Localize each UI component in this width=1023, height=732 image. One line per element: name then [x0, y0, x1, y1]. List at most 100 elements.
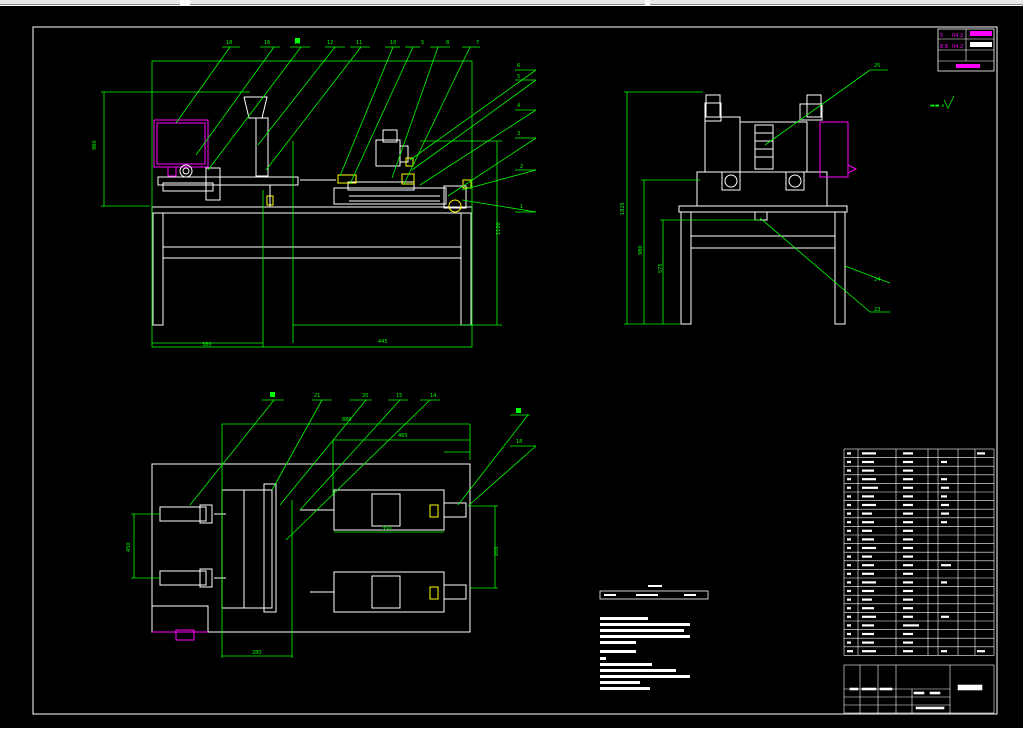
parts-list-cell — [862, 452, 876, 455]
part-number: 4 — [517, 103, 520, 109]
dimension-text: 450 — [126, 542, 132, 552]
parts-list-cell — [903, 460, 913, 464]
part-number: 2 — [520, 164, 523, 170]
part-number: 21 — [314, 393, 320, 399]
parts-list-cell — [862, 521, 874, 524]
parts-list-cell — [977, 452, 985, 455]
dimension-text: 200 — [494, 546, 500, 556]
parts-list-cell — [941, 564, 951, 567]
parts-list-cell — [847, 555, 851, 558]
part-number: 5 — [517, 74, 520, 80]
parts-list-cell — [941, 650, 947, 653]
parts-list-cell — [903, 650, 913, 653]
part-number: 12 — [327, 40, 333, 46]
part-number: 10 — [390, 40, 396, 46]
parts-list-cell — [941, 460, 947, 464]
parts-list-cell — [847, 598, 851, 601]
parts-list-cell — [903, 478, 913, 481]
parts-list-cell — [847, 564, 851, 567]
dimension-text: 1825 — [620, 202, 626, 215]
dimension-text: 465 — [398, 433, 408, 439]
surface-finish-symbol: ▬▬ ∨ — [930, 95, 955, 109]
side-view — [678, 94, 858, 325]
parts-list-cell — [903, 589, 913, 593]
parts-list-cell — [847, 546, 851, 550]
parts-list-cell — [862, 469, 874, 472]
part-number: 23 — [874, 307, 880, 313]
part-number: 18 — [226, 40, 232, 46]
part-number: 5 — [421, 40, 424, 46]
parts-list-cell — [941, 478, 947, 481]
parts-list-cell — [862, 486, 878, 489]
parts-list-cell — [903, 607, 913, 610]
parts-list-cell — [847, 572, 851, 575]
revision-code: 8.8 — [940, 44, 948, 50]
part-number: 25 — [874, 63, 880, 69]
part-number: 11 — [356, 40, 362, 46]
dimension-text: 350 — [382, 526, 392, 532]
part-number: 24 — [874, 277, 880, 283]
parts-list-cell — [862, 607, 874, 610]
parts-list-cell — [941, 615, 949, 618]
parts-list-cell — [862, 615, 876, 618]
parts-list-cell — [847, 624, 851, 627]
parts-list-cell — [847, 512, 851, 515]
parts-list-cell — [903, 572, 913, 575]
parts-list-cell — [862, 512, 872, 515]
revision-block: 5 04.2 8.8 04.2 — [937, 28, 995, 72]
parts-list-cell — [847, 503, 851, 507]
parts-list-cell — [862, 641, 874, 644]
part-number: 1 — [520, 204, 523, 210]
parts-list-cell — [862, 598, 872, 601]
part-number: 14 — [430, 393, 436, 399]
parts-list-cell — [862, 529, 872, 532]
top-view-labels: 21 20 15 14 18 880 465 280 450 200 350 — [126, 393, 522, 656]
parts-list-cell — [847, 529, 851, 532]
dimension-text: 980 — [92, 140, 98, 150]
parts-list-cell — [941, 495, 947, 498]
parts-list-cell — [847, 478, 851, 481]
dimension-text: 280 — [252, 650, 262, 656]
parts-list-cell — [847, 650, 853, 653]
parts-list-cell — [903, 529, 913, 532]
parts-list-cell — [847, 495, 851, 498]
parts-list-cell — [862, 495, 874, 498]
parts-list-cell — [903, 564, 913, 567]
parts-list-cell — [862, 555, 872, 558]
parts-list-cell — [847, 589, 851, 593]
parts-list-cell — [903, 632, 913, 636]
revision-code: 5 — [940, 33, 943, 39]
top-view — [151, 463, 471, 641]
revision-value: 04.2 — [952, 33, 963, 39]
part-number: 7 — [476, 40, 479, 46]
parts-list-cell — [862, 546, 876, 550]
parts-list-cell — [862, 460, 874, 464]
part-number: 16 — [264, 40, 270, 46]
front-view-labels: 18 16 13 12 11 10 5 8 7 6 5 4 3 2 1 980 … — [92, 40, 523, 348]
parts-list-cell — [903, 555, 913, 558]
parts-list-cell — [847, 607, 851, 610]
title-block — [843, 664, 995, 714]
parts-list-cell — [903, 641, 913, 644]
dimension-text: 1100 — [496, 222, 502, 235]
parts-list-cell — [903, 486, 913, 489]
parts-list-cell — [862, 538, 874, 541]
parts-list-cell — [847, 581, 851, 584]
svg-text:▬▬ ∨: ▬▬ ∨ — [930, 103, 945, 109]
drawing-border — [32, 26, 998, 715]
parts-list-cell — [847, 521, 851, 524]
technical-notes — [599, 585, 709, 690]
parts-list-cell — [903, 495, 913, 498]
window-bottom-bar — [0, 728, 1023, 732]
parts-list-cell — [903, 452, 913, 455]
revision-value: 04.2 — [952, 44, 963, 50]
parts-list-cell — [847, 538, 851, 541]
parts-list-cell — [941, 521, 947, 524]
cad-drawing-canvas[interactable]: 18 16 13 12 11 10 5 8 7 6 5 4 3 2 1 980 … — [0, 0, 1023, 732]
side-view-labels: 25 24 23 1825 980 575 — [620, 63, 880, 313]
parts-list-cell — [847, 632, 851, 636]
dimension-text: 980 — [638, 245, 644, 255]
parts-list-cell — [941, 581, 947, 584]
parts-list-cell — [862, 564, 874, 567]
side-view-dimensions — [624, 69, 891, 325]
